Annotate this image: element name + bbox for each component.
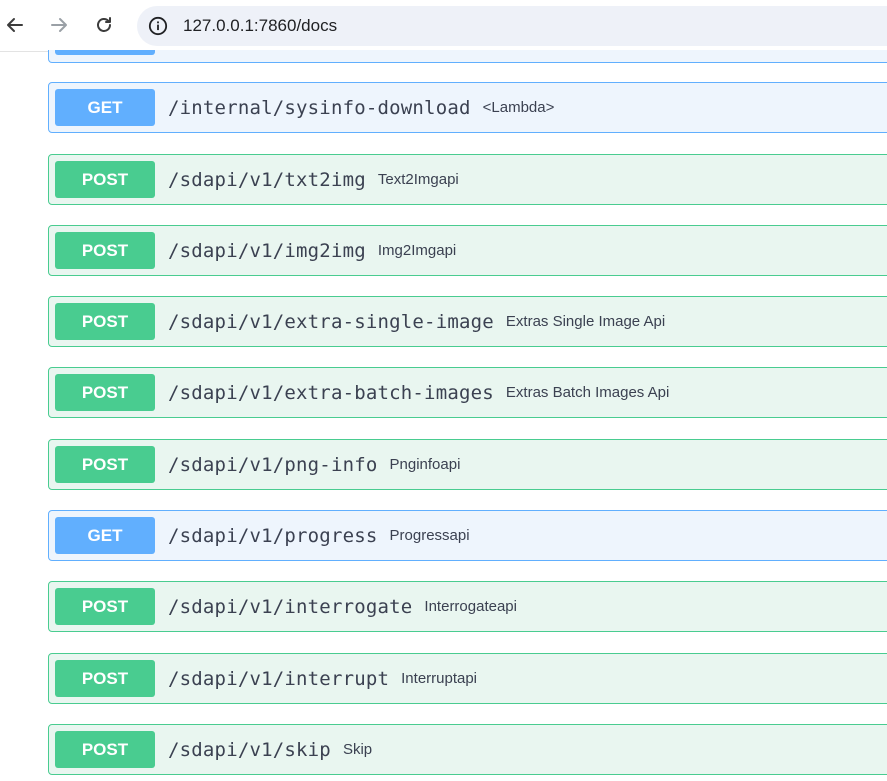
- operation-summary: Skip: [342, 741, 373, 758]
- method-badge: POST: [55, 446, 155, 483]
- method-badge: POST: [55, 588, 155, 625]
- operation-path: /sdapi/v1/interrupt: [168, 667, 390, 690]
- method-badge: POST: [55, 731, 155, 768]
- operation-path: /sdapi/v1/txt2img: [168, 168, 366, 191]
- operation-row[interactable]: POST /sdapi/v1/png-info Pnginfoapi: [48, 439, 887, 490]
- operation-summary: Pnginfoapi: [389, 456, 461, 473]
- arrow-left-icon: [7, 18, 23, 32]
- method-badge: POST: [55, 660, 155, 697]
- operation-row[interactable]: POST /sdapi/v1/extra-single-image Extras…: [48, 296, 887, 347]
- operation-partial-previous[interactable]: [48, 50, 887, 63]
- url-text: 127.0.0.1:7860/docs: [183, 16, 338, 35]
- operation-summary: Extras Single Image Api: [505, 313, 666, 330]
- method-badge: POST: [55, 232, 155, 269]
- operation-row[interactable]: POST /sdapi/v1/img2img Img2Imgapi: [48, 225, 887, 276]
- method-badge: POST: [55, 374, 155, 411]
- info-icon[interactable]: [147, 15, 169, 37]
- operation-row[interactable]: POST /sdapi/v1/txt2img Text2Imgapi: [48, 154, 887, 205]
- operation-path: /internal/sysinfo-download: [168, 96, 471, 119]
- reload-icon: [97, 17, 111, 32]
- operation-summary: Extras Batch Images Api: [505, 384, 670, 401]
- operation-row[interactable]: POST /sdapi/v1/skip Skip: [48, 724, 887, 775]
- operation-path: /sdapi/v1/png-info: [168, 453, 378, 476]
- operation-row[interactable]: POST /sdapi/v1/extra-batch-images Extras…: [48, 367, 887, 418]
- operation-summary: <Lambda>: [482, 99, 555, 116]
- method-badge: POST: [55, 161, 155, 198]
- operation-path: /sdapi/v1/extra-single-image: [168, 310, 494, 333]
- operation-summary: Interrogateapi: [424, 598, 517, 615]
- method-badge: GET: [55, 517, 155, 554]
- arrow-right-icon: [51, 18, 67, 32]
- method-badge: GET: [55, 89, 155, 126]
- forward-button[interactable]: [44, 8, 74, 42]
- operation-path: /sdapi/v1/skip: [168, 738, 331, 761]
- method-badge: POST: [55, 303, 155, 340]
- address-bar[interactable]: 127.0.0.1:7860/docs: [137, 6, 887, 46]
- operation-path: /sdapi/v1/progress: [168, 524, 378, 547]
- operation-row[interactable]: POST /sdapi/v1/interrupt Interruptapi: [48, 653, 887, 704]
- operation-path: /sdapi/v1/extra-batch-images: [168, 381, 494, 404]
- operation-summary: Text2Imgapi: [377, 171, 459, 188]
- operation-path: /sdapi/v1/img2img: [168, 239, 366, 262]
- operation-row[interactable]: GET /sdapi/v1/progress Progressapi: [48, 510, 887, 561]
- reload-button[interactable]: [89, 8, 119, 42]
- operation-summary: Img2Imgapi: [377, 242, 457, 259]
- operation-summary: Interruptapi: [401, 670, 478, 687]
- operation-path: /sdapi/v1/interrogate: [168, 595, 413, 618]
- operation-row[interactable]: POST /sdapi/v1/interrogate Interrogateap…: [48, 581, 887, 632]
- back-button[interactable]: [0, 8, 30, 42]
- operation-summary: Progressapi: [389, 527, 470, 544]
- method-badge-partial: [55, 50, 155, 55]
- operation-row[interactable]: GET /internal/sysinfo-download <Lambda>: [48, 82, 887, 133]
- browser-toolbar: 127.0.0.1:7860/docs: [0, 0, 887, 52]
